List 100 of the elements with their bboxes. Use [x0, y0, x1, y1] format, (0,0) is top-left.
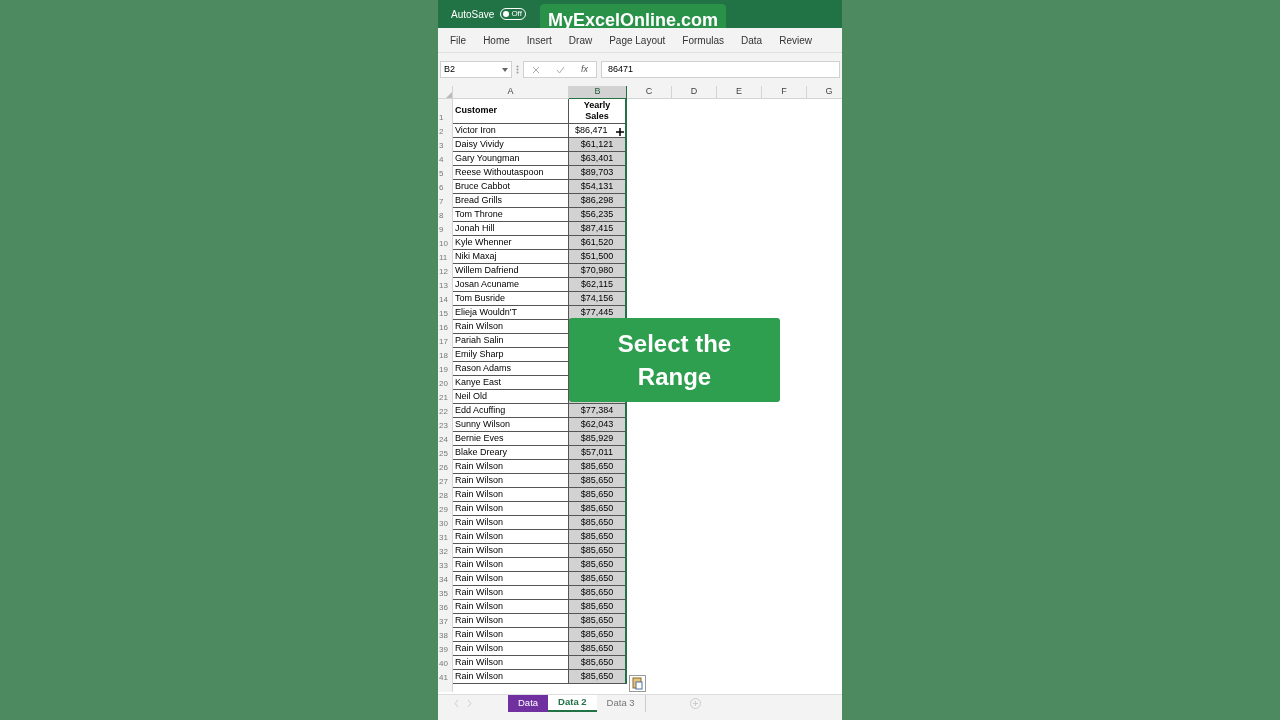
table-cell: $54,131 [569, 180, 627, 194]
ribbon-tab[interactable]: Home [483, 32, 510, 48]
table-cell: $56,235 [569, 208, 627, 222]
row-number[interactable]: 35 [438, 586, 453, 600]
cursor-icon [615, 127, 625, 137]
row-number[interactable]: 15 [438, 306, 453, 320]
row-number[interactable]: 28 [438, 488, 453, 502]
row-number[interactable]: 8 [438, 208, 453, 222]
row-number[interactable]: 21 [438, 390, 453, 404]
table-cell: $85,650 [569, 502, 627, 516]
table-cell: $85,650 [569, 460, 627, 474]
table-cell: $74,156 [569, 292, 627, 306]
row-number[interactable]: 34 [438, 572, 453, 586]
grip-icon [516, 65, 519, 74]
row-number[interactable]: 12 [438, 264, 453, 278]
table-cell: $85,929 [569, 432, 627, 446]
row-number[interactable]: 33 [438, 558, 453, 572]
table-cell: $70,980 [569, 264, 627, 278]
formula-input[interactable]: 86471 [601, 61, 840, 78]
row-number[interactable]: 1 [438, 99, 453, 124]
ribbon-tab[interactable]: Data [741, 32, 763, 48]
row-number[interactable]: 31 [438, 530, 453, 544]
column-header[interactable]: E [717, 86, 762, 99]
table-cell: $87,415 [569, 222, 627, 236]
table-cell: Neil Old [453, 390, 569, 404]
table-cell: $85,650 [569, 558, 627, 572]
table-cell: $57,011 [569, 446, 627, 460]
table-cell: $85,650 [569, 600, 627, 614]
column-header[interactable]: A [453, 86, 569, 99]
row-number[interactable]: 9 [438, 222, 453, 236]
table-cell: $85,650 [569, 642, 627, 656]
row-number[interactable]: 4 [438, 152, 453, 166]
row-number[interactable]: 24 [438, 432, 453, 446]
table-cell: $63,401 [569, 152, 627, 166]
row-header[interactable] [438, 684, 453, 692]
row-number[interactable]: 22 [438, 404, 453, 418]
row-number[interactable]: 29 [438, 502, 453, 516]
check-icon[interactable] [555, 65, 565, 74]
row-number[interactable]: 14 [438, 292, 453, 306]
callout-banner: Select the Range [569, 318, 780, 402]
paste-options-icon[interactable] [629, 675, 646, 692]
table-cell: Elieja Wouldn'T [453, 306, 569, 320]
cancel-icon[interactable] [532, 65, 540, 74]
next-sheet-icon[interactable] [467, 700, 472, 707]
ribbon-tab[interactable]: File [450, 32, 467, 48]
row-number[interactable]: 25 [438, 446, 453, 460]
row-number[interactable]: 19 [438, 362, 453, 376]
row-number[interactable]: 37 [438, 614, 453, 628]
column-header[interactable]: D [672, 86, 717, 99]
row-number[interactable]: 36 [438, 600, 453, 614]
table-cell: $86,471 [569, 124, 627, 138]
table-cell: Rain Wilson [453, 320, 569, 334]
table-cell: $85,650 [569, 586, 627, 600]
table-cell: $85,650 [569, 516, 627, 530]
row-number[interactable]: 3 [438, 138, 453, 152]
row-number[interactable]: 39 [438, 642, 453, 656]
sheet-tab[interactable]: Data [508, 695, 549, 712]
row-number[interactable]: 2 [438, 124, 453, 138]
insert-function-button[interactable]: fx [580, 62, 588, 77]
column-header[interactable]: F [762, 86, 807, 99]
row-number[interactable]: 16 [438, 320, 453, 334]
row-number[interactable]: 13 [438, 278, 453, 292]
row-number[interactable]: 26 [438, 460, 453, 474]
table-cell: $61,520 [569, 236, 627, 250]
row-number[interactable]: 27 [438, 474, 453, 488]
column-header[interactable]: C [627, 86, 672, 99]
row-number[interactable]: 40 [438, 656, 453, 670]
table-cell: $85,650 [569, 488, 627, 502]
table-cell: $85,650 [569, 544, 627, 558]
column-header[interactable]: G [807, 86, 842, 99]
sheet-tab[interactable]: Data 2 [548, 695, 597, 712]
table-cell: $85,650 [569, 628, 627, 642]
row-number[interactable]: 18 [438, 348, 453, 362]
row-number[interactable]: 5 [438, 166, 453, 180]
column-header[interactable]: B [569, 86, 627, 99]
table-cell: $85,650 [569, 614, 627, 628]
row-number[interactable]: 17 [438, 334, 453, 348]
row-number[interactable]: 30 [438, 516, 453, 530]
row-number[interactable]: 6 [438, 180, 453, 194]
table-cell: $85,650 [569, 670, 627, 684]
table-cell: $62,115 [569, 278, 627, 292]
row-number[interactable]: 38 [438, 628, 453, 642]
row-number[interactable]: 11 [438, 250, 453, 264]
name-box[interactable]: B2 [440, 61, 512, 78]
table-cell: $51,500 [569, 250, 627, 264]
table-cell: $85,650 [569, 656, 627, 670]
dropdown-icon[interactable] [502, 67, 508, 72]
previous-sheet-icon[interactable] [454, 700, 459, 707]
table-cell: $77,384 [569, 404, 627, 418]
table-cell: $89,703 [569, 166, 627, 180]
row-number[interactable]: 32 [438, 544, 453, 558]
table-cell: $85,650 [569, 572, 627, 586]
row-number[interactable]: 20 [438, 376, 453, 390]
row-number[interactable]: 10 [438, 236, 453, 250]
ribbon-tab[interactable]: Review [779, 32, 812, 48]
table-cell: $85,650 [569, 530, 627, 544]
row-number[interactable]: 41 [438, 670, 453, 684]
row-number[interactable]: 7 [438, 194, 453, 208]
row-number[interactable]: 23 [438, 418, 453, 432]
add-sheet-icon[interactable] [689, 698, 701, 709]
